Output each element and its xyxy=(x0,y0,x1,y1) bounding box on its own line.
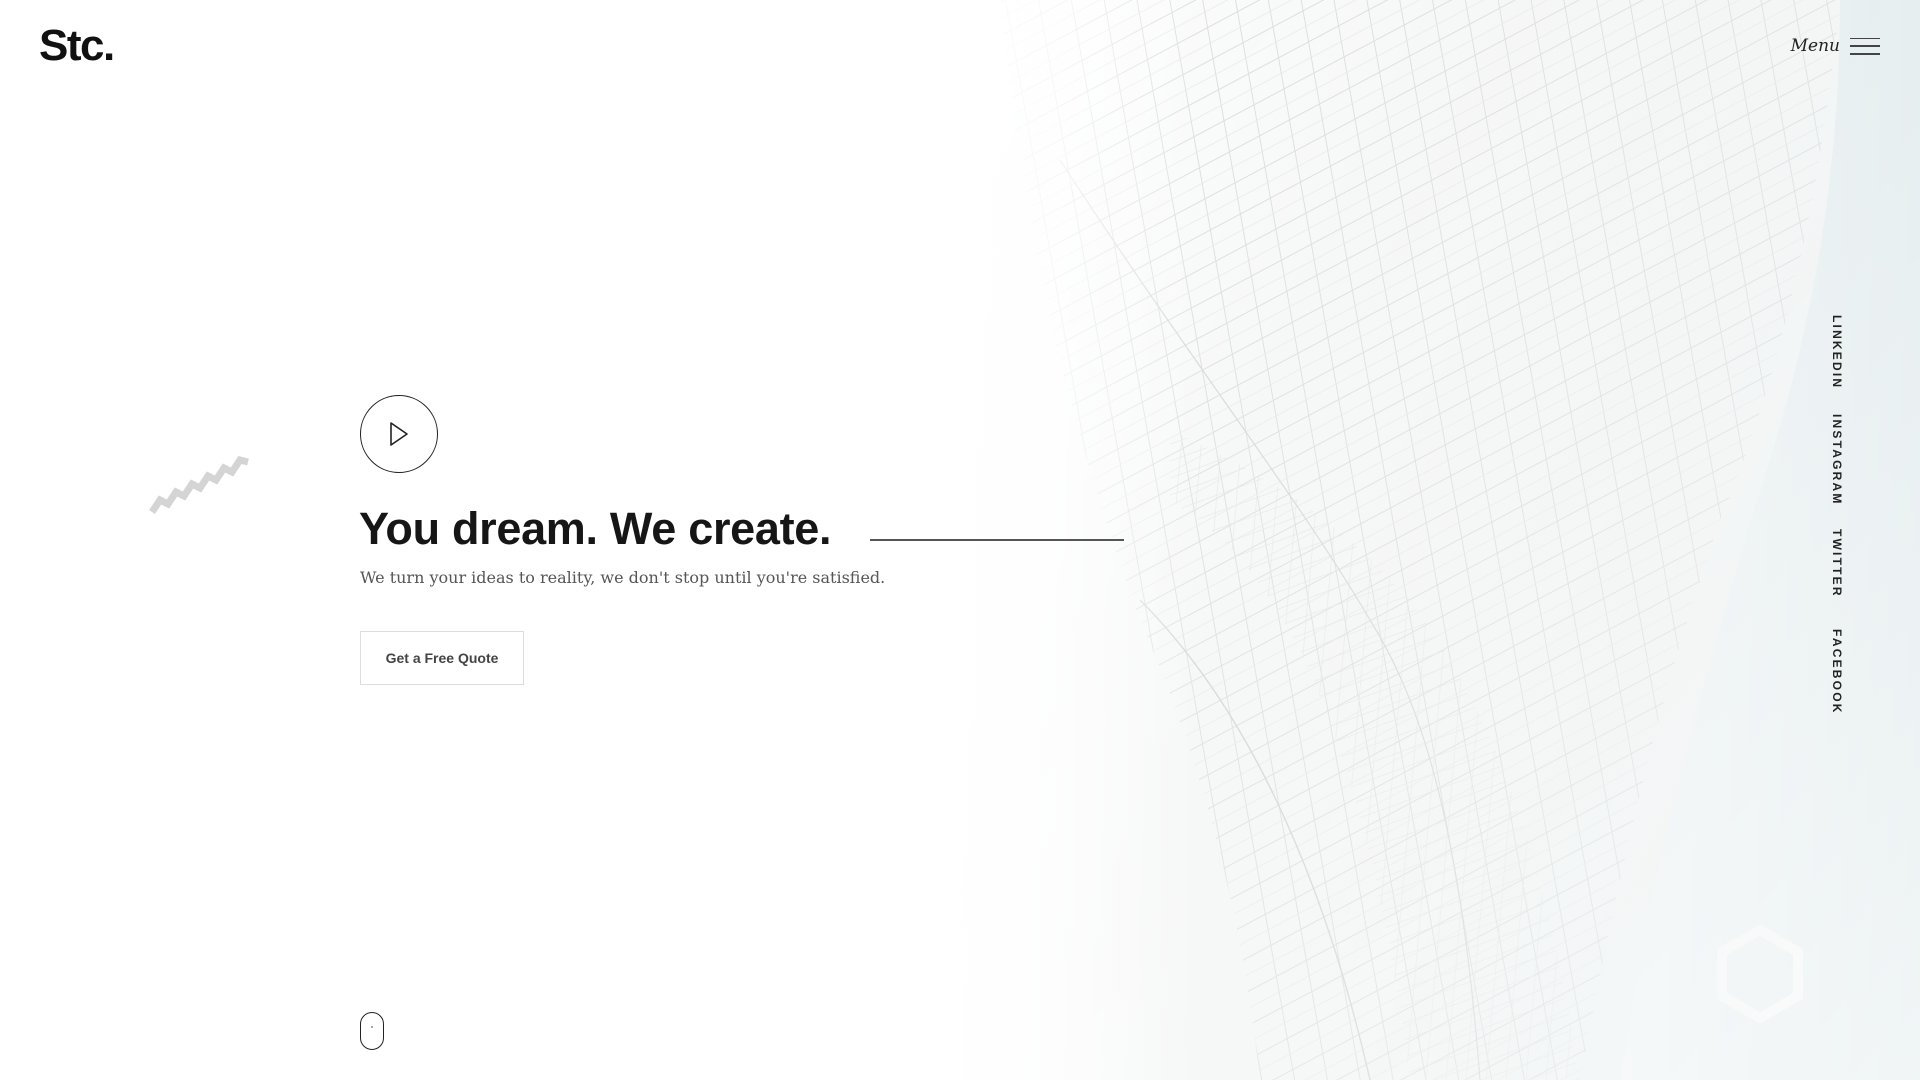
get-free-quote-button[interactable]: Get a Free Quote xyxy=(360,631,524,685)
menu-label: Menu xyxy=(1790,36,1840,56)
social-link-linkedin[interactable]: LINKEDIN xyxy=(1830,315,1844,389)
zigzag-decoration xyxy=(149,456,249,514)
scroll-wheel-dot xyxy=(371,1026,373,1028)
social-link-facebook[interactable]: FACEBOOK xyxy=(1830,629,1844,715)
hero-headline: You dream. We create. xyxy=(359,503,832,554)
site-logo[interactable]: Stc. xyxy=(39,24,115,68)
social-link-twitter[interactable]: TWITTER xyxy=(1830,529,1844,598)
hero-subheadline: We turn your ideas to reality, we don't … xyxy=(360,568,886,587)
mouse-scroll-icon[interactable] xyxy=(360,1012,384,1050)
play-video-button[interactable] xyxy=(360,395,438,473)
social-link-instagram[interactable]: INSTAGRAM xyxy=(1830,414,1844,506)
menu-button[interactable]: Menu xyxy=(1791,36,1880,56)
hamburger-icon xyxy=(1850,37,1880,55)
landing-page: Stc. Menu LINKEDIN INSTAGRAM TWITTER FAC… xyxy=(0,0,1920,1080)
play-icon xyxy=(390,422,408,446)
headline-divider-line xyxy=(870,539,1124,541)
